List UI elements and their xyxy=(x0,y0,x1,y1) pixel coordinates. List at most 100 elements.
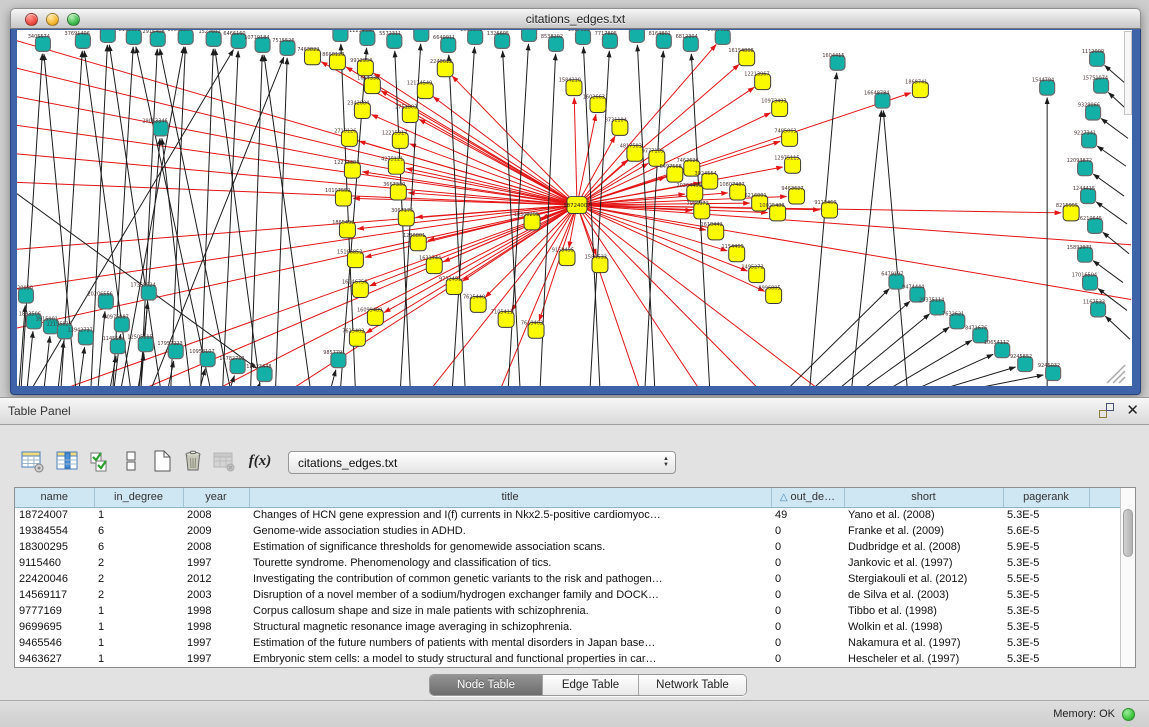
table-cell: Dudbridge et al. (2008) xyxy=(844,539,1003,555)
column-header-pagerank[interactable]: pagerank xyxy=(1003,488,1089,507)
table-cell: Investigating the contribution of common… xyxy=(249,571,771,587)
table-row[interactable]: 911546021997Tourette syndrome. Phenomeno… xyxy=(15,555,1120,571)
table-row[interactable]: 1938455462009Genome-wide association stu… xyxy=(15,523,1120,539)
select-column-icon[interactable] xyxy=(53,446,81,476)
graph-node[interactable] xyxy=(333,30,348,41)
tab-node-table[interactable]: Node Table xyxy=(430,675,543,695)
citation-edge-red[interactable] xyxy=(452,76,577,205)
function-builder-icon[interactable]: f(x) xyxy=(246,446,274,476)
citation-edge-black[interactable] xyxy=(914,354,993,386)
citation-edge-black[interactable] xyxy=(251,55,263,386)
memory-indicator[interactable] xyxy=(1122,708,1135,721)
graph-node-label: 9245032 xyxy=(1038,363,1060,369)
citation-edge-black[interactable] xyxy=(79,347,85,386)
table-scrollbar[interactable] xyxy=(1120,488,1135,667)
citation-edge-black[interactable] xyxy=(810,73,837,386)
citation-edge-red[interactable] xyxy=(17,205,577,290)
table-scrollbar-thumb[interactable] xyxy=(1123,509,1133,557)
citation-edge-red[interactable] xyxy=(17,205,577,250)
graph-node-label: 17957223 xyxy=(157,341,182,347)
graph-node-label: 17359924 xyxy=(130,283,155,289)
table-selector[interactable]: citations_edges.txt ▲▼ xyxy=(288,451,676,474)
citation-edge-red[interactable] xyxy=(577,205,640,386)
graph-node-label: 9115460 xyxy=(814,200,836,206)
citation-edge-red[interactable] xyxy=(574,98,577,205)
table-cell xyxy=(1089,555,1120,571)
table-row[interactable]: 1830029562008Estimation of significance … xyxy=(15,539,1120,555)
citation-edge-black[interactable] xyxy=(691,54,709,386)
table-cell: 9463627 xyxy=(15,651,94,667)
citation-edge-black[interactable] xyxy=(215,49,261,386)
table-cell: 2008 xyxy=(183,507,249,523)
table-cell: 5.9E-5 xyxy=(1003,539,1089,555)
table-row[interactable]: 2242004622012Investigating the contribut… xyxy=(15,571,1120,587)
table-cell: 0 xyxy=(771,603,844,619)
graph-node-label: 8195523 xyxy=(119,30,141,33)
table-cell: 2 xyxy=(94,587,183,603)
graph-node-label: 1112009 xyxy=(1082,49,1104,55)
citation-edge-black[interactable] xyxy=(1093,174,1124,196)
float-window-icon[interactable] xyxy=(1099,403,1114,418)
tab-network-table[interactable]: Network Table xyxy=(639,675,746,695)
citation-edge-black[interactable] xyxy=(330,370,335,386)
canvas-scrollbar[interactable] xyxy=(1124,31,1132,115)
resize-grip[interactable] xyxy=(1107,365,1125,383)
citation-edge-black[interactable] xyxy=(1105,316,1130,339)
select-all-icon[interactable] xyxy=(86,446,114,476)
citation-edge-black[interactable] xyxy=(883,111,907,386)
table-row[interactable]: 977716911998Corpus callosum shape and si… xyxy=(15,603,1120,619)
delete-icon[interactable] xyxy=(179,446,207,476)
citation-edge-black[interactable] xyxy=(21,54,42,386)
graph-node[interactable] xyxy=(414,30,429,41)
citation-edge-red[interactable] xyxy=(577,205,760,386)
table-cell: de Silva et al. (2003) xyxy=(844,587,1003,603)
citation-edge-black[interactable] xyxy=(967,375,1043,386)
citation-edge-black[interactable] xyxy=(812,301,910,386)
citation-edge-red[interactable] xyxy=(321,62,577,205)
table-settings-icon[interactable] xyxy=(18,446,46,476)
citation-edge-black[interactable] xyxy=(1097,146,1126,166)
network-window-titlebar[interactable]: citations_edges.txt xyxy=(10,8,1141,29)
citation-edge-black[interactable] xyxy=(223,51,239,386)
table-cell: 2 xyxy=(94,571,183,587)
citation-edge-black[interactable] xyxy=(887,340,971,386)
table-row[interactable]: 1872400712008Changes of HCN gene express… xyxy=(15,507,1120,523)
column-header-name[interactable]: name xyxy=(15,488,94,507)
table-panel-header[interactable]: Table Panel ✕ xyxy=(0,398,1149,425)
graph-node-label: 12215917 xyxy=(382,130,407,136)
citation-edge-black[interactable] xyxy=(276,58,288,386)
column-header-year[interactable]: year xyxy=(183,488,249,507)
column-header-title[interactable]: title xyxy=(249,488,771,507)
tab-edge-table[interactable]: Edge Table xyxy=(543,675,639,695)
graph-node[interactable] xyxy=(629,30,644,42)
citation-edge-red[interactable] xyxy=(577,205,1131,245)
citation-edge-red[interactable] xyxy=(577,205,820,386)
network-canvas[interactable]: 3405574376914062029145819552329154081065… xyxy=(17,30,1132,386)
table-row[interactable]: 946362711997Embryonic stem cells: a mode… xyxy=(15,651,1120,667)
graph-node-label: 1154409 xyxy=(722,244,744,250)
column-header-in_degree[interactable]: in_degree xyxy=(94,488,183,507)
graph-node-label: 1076414 xyxy=(622,30,644,31)
table-row[interactable]: 1456911722003Disruption of a novel membe… xyxy=(15,587,1120,603)
network-view[interactable]: 3405574376914062029145819552329154081065… xyxy=(17,30,1132,386)
citation-edge-black[interactable] xyxy=(151,57,284,386)
citation-edge-black[interactable] xyxy=(852,110,882,386)
citation-edge-black[interactable] xyxy=(27,331,33,386)
citation-edge-black[interactable] xyxy=(1101,118,1128,138)
graph-node[interactable] xyxy=(100,30,115,42)
column-header-out_degree[interactable]: △out_de… xyxy=(771,488,844,507)
citation-edge-black[interactable] xyxy=(787,289,890,386)
graph-node[interactable] xyxy=(522,30,537,41)
citation-edge-black[interactable] xyxy=(264,55,311,386)
table-row[interactable]: 969969511998Structural magnetic resonanc… xyxy=(15,619,1120,635)
table-cell: Disruption of a novel member of a sodium… xyxy=(249,587,771,603)
citation-edge-black[interactable] xyxy=(449,55,465,386)
citation-edge-red[interactable] xyxy=(577,205,1131,299)
close-panel-icon[interactable]: ✕ xyxy=(1126,403,1139,418)
table-row[interactable]: 946554611997Estimation of the future num… xyxy=(15,635,1120,651)
citation-edge-black[interactable] xyxy=(861,327,949,386)
citation-edge-black[interactable] xyxy=(44,336,50,386)
column-header-short[interactable]: short xyxy=(844,488,1003,507)
unselect-all-icon[interactable] xyxy=(117,446,145,476)
new-document-icon[interactable] xyxy=(148,446,176,476)
